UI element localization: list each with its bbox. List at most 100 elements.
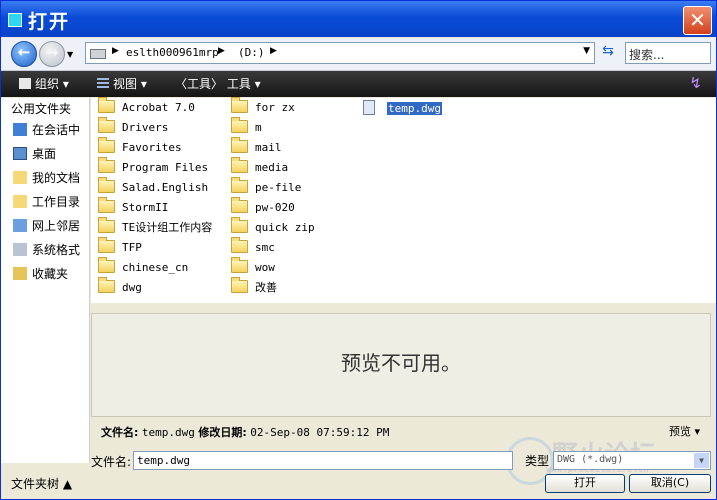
sidebar-header: 公用文件夹 xyxy=(11,102,72,116)
folder-icon xyxy=(231,217,248,233)
system-icon xyxy=(13,243,27,256)
organize-menu[interactable]: 组织 ▾ xyxy=(19,75,69,92)
file-name: for zx xyxy=(255,101,295,114)
list-item[interactable]: StormII xyxy=(98,197,169,216)
list-item[interactable]: Favorites xyxy=(98,137,182,156)
list-item-selected[interactable]: temp.dwg xyxy=(363,100,442,116)
folder-icon xyxy=(231,137,248,153)
list-item[interactable]: TE设计组工作内容 xyxy=(98,217,213,236)
address-dropdown-icon[interactable]: ▼ xyxy=(583,46,590,56)
list-item[interactable]: chinese_cn xyxy=(98,257,189,276)
back-button[interactable]: ← xyxy=(11,41,37,67)
document-icon xyxy=(363,100,375,115)
breadcrumb-separator-icon[interactable]: ▶ xyxy=(270,46,277,56)
details-bar: 文件名: temp.dwg 修改日期: 02-Sep-08 07:59:12 P… xyxy=(101,424,389,440)
details-name-value: temp.dwg xyxy=(141,426,195,439)
view-label: 视图 xyxy=(113,77,138,91)
list-item[interactable]: Salad.English xyxy=(98,177,209,196)
folder-icon xyxy=(231,237,248,253)
address-bar: ← → ▼ ▶ eslth000961mrp ▶ (D:) ▶ ▼ ⇆ 搜索..… xyxy=(1,38,716,71)
favorites-icon xyxy=(13,267,27,280)
folder-icon xyxy=(98,157,115,173)
folder-icon xyxy=(98,117,115,133)
refresh-icon[interactable]: ⇆ xyxy=(598,43,618,63)
search-input[interactable]: 搜索... xyxy=(625,42,711,64)
window-title: 打开 xyxy=(28,11,71,33)
folder-icon xyxy=(98,277,115,293)
breadcrumb-separator-icon[interactable]: ▶ xyxy=(218,46,225,56)
folder-icon xyxy=(98,217,115,233)
file-name: smc xyxy=(255,241,275,254)
list-item[interactable]: quick zip xyxy=(231,217,315,236)
breadcrumb-separator-icon[interactable]: ▶ xyxy=(112,46,119,56)
folder-icon xyxy=(231,97,248,113)
list-item[interactable]: m xyxy=(231,117,262,136)
tools-menu[interactable]: 〈工具〉 工具 ▾ xyxy=(175,75,261,92)
list-item[interactable]: Program Files xyxy=(98,157,208,176)
folder-icon xyxy=(98,197,115,213)
list-item[interactable]: TFP xyxy=(98,237,142,256)
list-item[interactable]: dwg xyxy=(98,277,142,296)
sidebar-item-documents[interactable]: 我的文档 xyxy=(13,169,80,186)
help-icon[interactable]: ↯ xyxy=(689,74,702,92)
sidebar-item-workdir[interactable]: 工作目录 xyxy=(13,193,80,210)
chevron-down-icon[interactable]: ▼ xyxy=(694,453,709,468)
sidebar-item-network[interactable]: 网上邻居 xyxy=(13,217,80,234)
desktop-icon xyxy=(13,147,27,160)
file-name: m xyxy=(255,121,262,134)
sidebar-item-session[interactable]: 在会话中 xyxy=(13,121,80,138)
sidebar-item-favorites[interactable]: 收藏夹 xyxy=(13,265,68,282)
file-name: TE设计组工作内容 xyxy=(122,221,213,234)
sidebar-item-label: 我的文档 xyxy=(32,171,81,185)
file-list: Acrobat 7.0 Drivers Favorites Program Fi… xyxy=(91,97,716,303)
folder-icon xyxy=(98,177,115,193)
file-name: mail xyxy=(255,141,282,154)
tools-label: 〈工具〉 工具 xyxy=(175,77,251,91)
open-dialog: 打开 ✕ ← → ▼ ▶ eslth000961mrp ▶ (D:) ▶ ▼ ⇆… xyxy=(0,0,717,500)
folder-icon xyxy=(231,257,248,273)
list-item[interactable]: pw-020 xyxy=(231,197,295,216)
preview-unavailable-text: 预览不可用。 xyxy=(341,351,461,375)
title-bar[interactable]: 打开 ✕ xyxy=(1,1,716,37)
breadcrumb-drive[interactable]: (D:) xyxy=(238,46,265,59)
breadcrumb-computer[interactable]: eslth000961mrp xyxy=(126,46,219,59)
sidebar-item-desktop[interactable]: 桌面 xyxy=(13,145,56,162)
list-item[interactable]: media xyxy=(231,157,288,176)
details-name-label: 文件名: xyxy=(101,426,139,439)
history-dropdown-icon[interactable]: ▼ xyxy=(67,50,73,59)
list-item[interactable]: mail xyxy=(231,137,282,156)
filename-label: 文件名: xyxy=(91,455,132,469)
list-item[interactable]: for zx xyxy=(231,97,295,116)
forward-button[interactable]: → xyxy=(39,41,65,67)
list-item[interactable]: Drivers xyxy=(98,117,169,136)
sidebar-item-system-format[interactable]: 系统格式 xyxy=(13,241,80,258)
file-name: StormII xyxy=(122,201,169,214)
filetype-select[interactable]: DWG (*.dwg) ▼ xyxy=(553,451,711,470)
view-menu[interactable]: 视图 ▾ xyxy=(97,75,147,92)
close-button[interactable]: ✕ xyxy=(683,6,712,35)
cancel-button[interactable]: 取消(C) xyxy=(629,474,711,493)
preview-pane: 预览不可用。 xyxy=(91,313,711,417)
file-name: 改善 xyxy=(255,281,277,294)
file-name: Drivers xyxy=(122,121,169,134)
list-item[interactable]: wow xyxy=(231,257,275,276)
places-sidebar: 公用文件夹 在会话中 桌面 我的文档 工作目录 网上邻居 系统格式 收藏夹 xyxy=(1,98,90,463)
file-name: chinese_cn xyxy=(122,261,189,274)
organize-label: 组织 xyxy=(35,77,60,91)
list-item[interactable]: pe-file xyxy=(231,177,301,196)
address-box[interactable]: ▶ eslth000961mrp ▶ (D:) ▶ ▼ xyxy=(85,42,595,64)
filename-input[interactable]: temp.dwg xyxy=(133,451,513,470)
open-button[interactable]: 打开 xyxy=(545,474,625,493)
list-item[interactable]: smc xyxy=(231,237,275,256)
filetype-label: 类型 xyxy=(525,454,550,468)
sidebar-item-label: 桌面 xyxy=(32,147,57,161)
folder-tree-toggle[interactable]: 文件夹树 ▲ xyxy=(11,475,72,492)
folder-icon xyxy=(98,237,115,253)
view-icon xyxy=(97,78,109,89)
list-item[interactable]: 改善 xyxy=(231,277,277,296)
folder-icon xyxy=(98,97,115,113)
list-item[interactable]: Acrobat 7.0 xyxy=(98,97,195,116)
file-name: Salad.English xyxy=(122,181,209,194)
forward-arrow-icon: → xyxy=(45,43,59,61)
details-modified-label: 修改日期: xyxy=(198,426,247,439)
